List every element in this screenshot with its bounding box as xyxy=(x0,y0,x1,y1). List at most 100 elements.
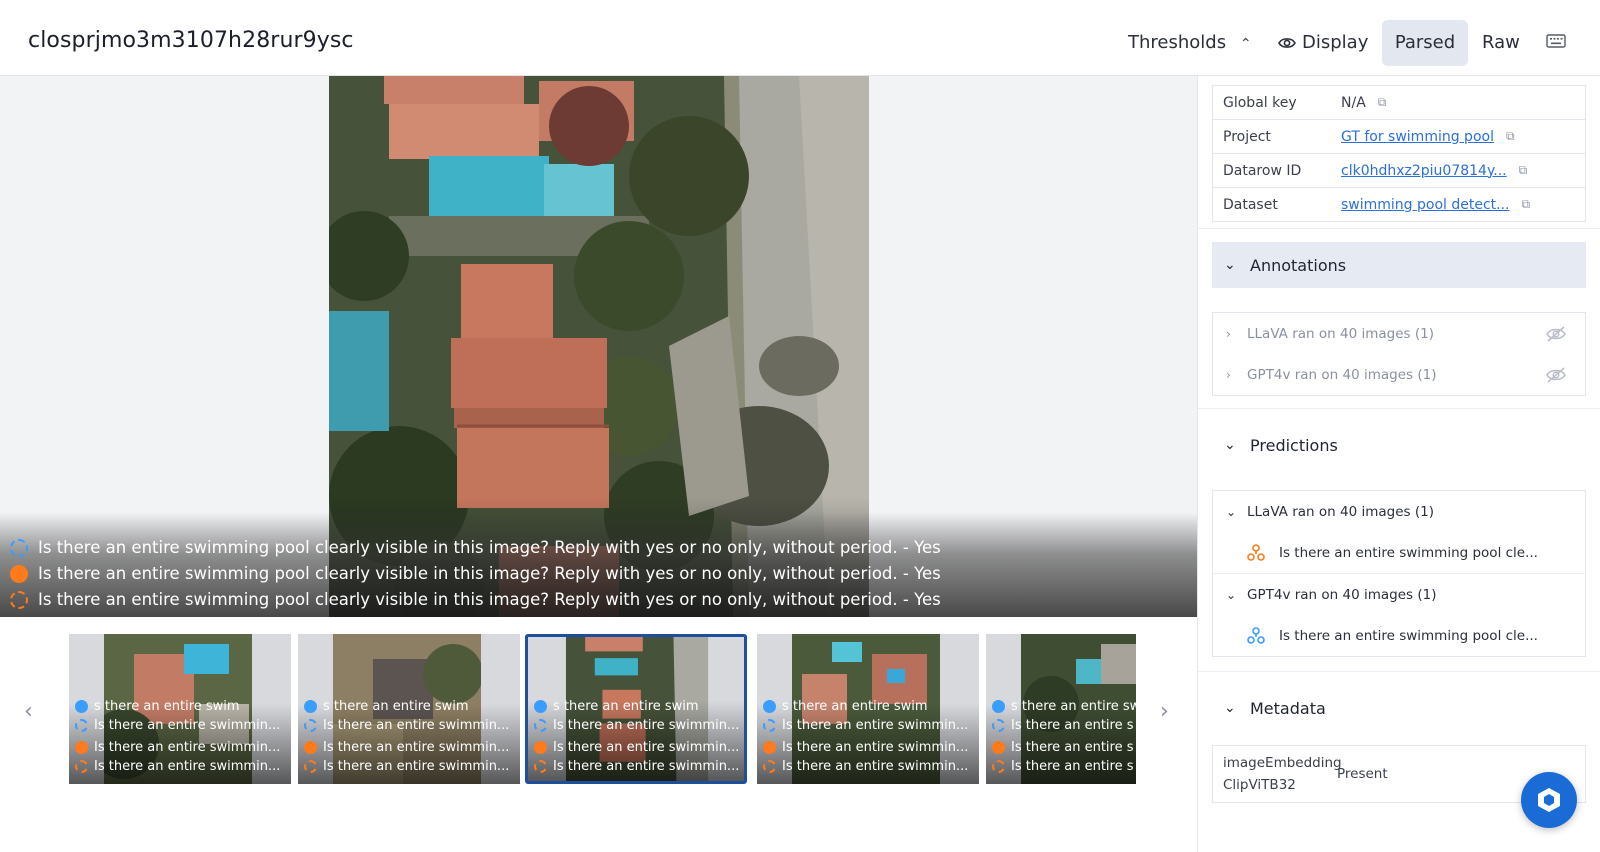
eye-off-icon[interactable] xyxy=(1545,366,1567,383)
thumb-line: Is there an entire swimmin... xyxy=(534,740,739,755)
classification-orange-icon xyxy=(1247,543,1265,561)
blue-filled-circle-icon xyxy=(992,700,1005,713)
thumb-line: Is there an entire s xyxy=(992,759,1134,774)
thumb-line: s there an entire swim xyxy=(75,699,240,714)
blue-filled-circle-icon xyxy=(304,700,317,713)
display-label: Display xyxy=(1302,32,1369,53)
orange-dashed-circle-icon xyxy=(75,760,88,773)
image-viewer[interactable]: Is there an entire swimming pool clearly… xyxy=(0,76,1197,617)
thumb-text: Is there an entire swimmin... xyxy=(782,718,969,733)
annotation-row-llava[interactable]: › LLaVA ran on 40 images (1) xyxy=(1213,313,1585,354)
section-title: Predictions xyxy=(1250,435,1338,455)
thumb-line: Is there an entire swimmin... xyxy=(534,718,739,733)
thumb-text: Is there an entire s xyxy=(1011,718,1134,733)
thumb-line: s there an entire swim xyxy=(304,699,469,714)
thumbnail-0[interactable]: s there an entire swim Is there an entir… xyxy=(69,634,291,784)
thumb-line: Is there an entire swimmin... xyxy=(75,740,280,755)
thumb-line: Is there an entire swimmin... xyxy=(75,759,280,774)
chevron-up-icon: ⌃ xyxy=(1239,36,1252,52)
thumb-line: Is there an entire s xyxy=(992,740,1134,755)
orange-dashed-circle-icon xyxy=(534,760,547,773)
thumb-text: s there an entire swim xyxy=(94,699,240,714)
chevron-down-icon: ⌄ xyxy=(1224,257,1236,273)
dataset-link[interactable]: swimming pool detect... xyxy=(1341,197,1510,213)
metadata-value: Present xyxy=(1337,766,1388,782)
prediction-line: Is there an entire swimming pool clearly… xyxy=(10,561,941,587)
display-button[interactable]: Display xyxy=(1278,20,1368,66)
thumbnail-2-selected[interactable]: s there an entire swim Is there an entir… xyxy=(525,634,747,784)
thumb-text: Is there an entire swimmin... xyxy=(94,718,281,733)
metadata-key-line: imageEmbedding xyxy=(1223,755,1342,771)
parsed-tab[interactable]: Parsed xyxy=(1382,20,1468,66)
thumbnail-4[interactable]: s there an entire sw Is there an entire … xyxy=(986,634,1136,784)
info-key: Dataset xyxy=(1223,196,1278,213)
eye-off-icon[interactable] xyxy=(1545,325,1567,342)
thumb-line: Is there an entire swimmin... xyxy=(75,718,280,733)
blue-dashed-circle-icon xyxy=(992,719,1005,732)
cube-logo-icon xyxy=(1538,788,1560,812)
prediction-line: Is there an entire swimming pool clearly… xyxy=(10,587,941,613)
thumb-text: Is there an entire swimmin... xyxy=(782,759,969,774)
thumb-line: Is there an entire swimmin... xyxy=(304,718,509,733)
thumbnail-3[interactable]: s there an entire swim Is there an entir… xyxy=(757,634,979,784)
blue-dashed-circle-icon xyxy=(763,719,776,732)
thumbnail-1[interactable]: s there an entire swim Is there an entir… xyxy=(298,634,520,784)
thumb-text: Is there an entire s xyxy=(1011,740,1134,755)
thumb-text: Is there an entire swimmin... xyxy=(94,740,281,755)
blue-filled-circle-icon xyxy=(75,700,88,713)
predictions-section-header[interactable]: ⌄ Predictions xyxy=(1212,422,1586,468)
copy-icon[interactable]: ⧉ xyxy=(1522,197,1531,212)
copy-icon[interactable]: ⧉ xyxy=(1506,129,1515,144)
copy-icon[interactable]: ⧉ xyxy=(1378,95,1387,110)
chevron-down-icon: ⌄ xyxy=(1224,700,1236,716)
info-key: Datarow ID xyxy=(1223,162,1302,179)
thresholds-button[interactable]: Thresholds ⌃ xyxy=(1128,20,1252,66)
metadata-key: imageEmbedding ClipViTB32 xyxy=(1213,752,1342,796)
orange-filled-circle-icon xyxy=(304,741,317,754)
predictions-list: ⌄ LLaVA ran on 40 images (1) Is there an… xyxy=(1212,490,1586,657)
info-value: N/A xyxy=(1341,94,1366,111)
prediction-item[interactable]: Is there an entire swimming pool cle... xyxy=(1213,615,1585,656)
annotations-section-header[interactable]: ⌄ Annotations xyxy=(1212,242,1586,288)
datarow-id-link[interactable]: clk0hdhxz2piu07814y... xyxy=(1341,163,1507,179)
page-title: closprjmo3m3107h28rur9ysc xyxy=(28,28,354,53)
chevron-right-icon: › xyxy=(1226,367,1231,382)
prediction-group-gpt4v[interactable]: ⌄ GPT4v ran on 40 images (1) xyxy=(1213,574,1585,615)
prediction-item[interactable]: Is there an entire swimming pool cle... xyxy=(1213,532,1585,573)
project-link[interactable]: GT for swimming pool xyxy=(1341,129,1494,145)
orange-dashed-circle-icon xyxy=(992,760,1005,773)
thumb-line: Is there an entire swimmin... xyxy=(763,759,968,774)
prediction-group-llava[interactable]: ⌄ LLaVA ran on 40 images (1) xyxy=(1213,491,1585,532)
chevron-down-icon: ⌄ xyxy=(1226,587,1237,602)
keyboard-shortcuts-button[interactable] xyxy=(1546,33,1566,53)
blue-dashed-circle-icon xyxy=(75,719,88,732)
thumb-text: Is there an entire s xyxy=(1011,759,1134,774)
prediction-text: Is there an entire swimming pool clearly… xyxy=(38,590,941,609)
chevron-down-icon: ⌄ xyxy=(1226,504,1237,519)
thumb-text: Is there an entire swimmin... xyxy=(553,759,740,774)
thumb-line: Is there an entire swimmin... xyxy=(304,759,509,774)
divider xyxy=(1198,408,1600,409)
blue-dashed-circle-icon xyxy=(304,719,317,732)
thumb-line: Is there an entire swimmin... xyxy=(304,740,509,755)
metadata-section-header[interactable]: ⌄ Metadata xyxy=(1212,685,1586,731)
chevron-right-icon: › xyxy=(1226,326,1231,341)
info-row-dataset: Dataset swimming pool detect... ⧉ xyxy=(1213,187,1585,221)
thumb-text: s there an entire sw xyxy=(1011,699,1136,714)
orange-filled-circle-icon xyxy=(992,741,1005,754)
annotation-label: GPT4v ran on 40 images (1) xyxy=(1247,366,1437,383)
raw-tab[interactable]: Raw xyxy=(1482,20,1520,66)
next-image-chevron-right-icon[interactable]: › xyxy=(1160,699,1169,724)
thumb-text: Is there an entire swimmin... xyxy=(553,718,740,733)
thumb-text: Is there an entire swimmin... xyxy=(323,718,510,733)
metadata-key-line: ClipViTB32 xyxy=(1223,777,1296,793)
previous-image-chevron-left-icon[interactable]: ‹ xyxy=(24,699,33,724)
help-chat-button[interactable] xyxy=(1521,772,1577,828)
copy-icon[interactable]: ⧉ xyxy=(1519,163,1528,178)
thumb-text: s there an entire swim xyxy=(553,699,699,714)
annotation-row-gpt4v[interactable]: › GPT4v ran on 40 images (1) xyxy=(1213,354,1585,395)
thumb-line: Is there an entire swimmin... xyxy=(763,718,968,733)
thumb-text: Is there an entire swimmin... xyxy=(323,740,510,755)
thumb-text: s there an entire swim xyxy=(323,699,469,714)
blue-dashed-circle-icon xyxy=(10,539,28,557)
